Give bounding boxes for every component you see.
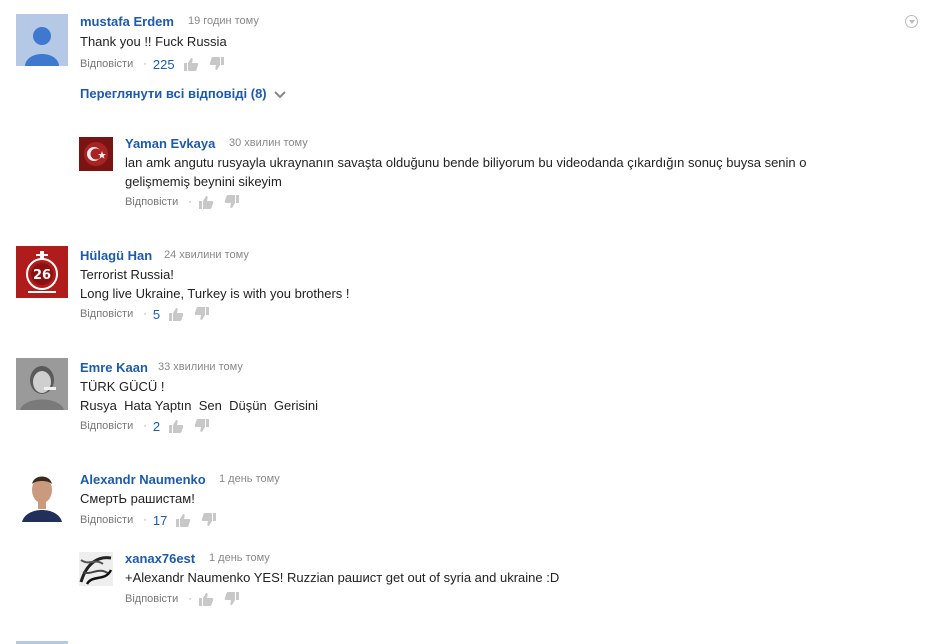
separator-dot: · — [143, 420, 147, 432]
comment-author[interactable]: Alexandr Naumenko — [80, 472, 206, 487]
thumbs-up-icon[interactable] — [175, 513, 191, 527]
comment-timestamp[interactable]: 19 годин тому — [188, 15, 259, 27]
comment-author[interactable]: mustafa Erdem — [80, 14, 174, 29]
like-count: 225 — [152, 56, 175, 72]
separator-dot: · — [143, 58, 147, 70]
reply-button[interactable]: Відповісти — [80, 420, 133, 432]
like-count: 5 — [152, 306, 161, 322]
comment-text: lan amk angutu rusyayla ukraynanın savaş… — [125, 153, 807, 191]
comment-text: СмертЬ рашистам! — [80, 489, 195, 508]
comment-timestamp[interactable]: 1 день тому — [209, 552, 270, 564]
comment-actions: Відповісти · — [125, 590, 250, 608]
comment-text: TÜRK GÜCÜ ! Rusya Hata Yaptın Sen Düşün … — [80, 377, 318, 415]
comment-author[interactable]: Hülagü Han — [80, 248, 152, 263]
comment-menu-button[interactable] — [905, 15, 918, 28]
comment-text: Terrorist Russia! Long live Ukraine, Tur… — [80, 265, 350, 303]
avatar[interactable] — [16, 358, 68, 410]
comment-line: Thank you !! Fuck Russia — [80, 34, 227, 49]
thumbs-up-icon[interactable] — [168, 419, 184, 433]
comment-text: +Alexandr Naumenko YES! Ruzzian рашист g… — [125, 568, 559, 587]
thumbs-down-icon[interactable] — [194, 307, 210, 321]
like-count: 2 — [152, 418, 161, 434]
thumbs-down-icon[interactable] — [224, 195, 240, 209]
comment-timestamp[interactable]: 33 хвилини тому — [158, 361, 243, 373]
reply-button[interactable]: Відповісти — [80, 308, 133, 320]
view-replies-label: Переглянути всі відповіді (8) — [80, 86, 267, 101]
separator-dot: · — [188, 593, 192, 605]
comment-line: TÜRK GÜCÜ ! — [80, 379, 165, 394]
comment-timestamp[interactable]: 1 день тому — [219, 473, 280, 485]
reply-button[interactable]: Відповісти — [80, 58, 133, 70]
comment-author[interactable]: Emre Kaan — [80, 360, 148, 375]
comment-line: Long live Ukraine, Turkey is with you br… — [80, 286, 350, 301]
comment-line: gelişmemiş beynini sikeyim — [125, 174, 282, 189]
thumbs-down-icon[interactable] — [201, 513, 217, 527]
avatar[interactable] — [79, 552, 113, 586]
reply-button[interactable]: Відповісти — [80, 514, 133, 526]
comment-actions: Відповісти · 2 — [80, 417, 220, 435]
thumbs-down-icon[interactable] — [224, 592, 240, 606]
thumbs-down-icon[interactable] — [209, 57, 225, 71]
comment-author[interactable]: Yaman Evkaya — [125, 136, 215, 151]
comment-line: Rusya Hata Yaptın Sen Düşün Gerisini — [80, 398, 318, 413]
comment-timestamp[interactable]: 24 хвилини тому — [164, 249, 249, 261]
view-all-replies-link[interactable]: Переглянути всі відповіді (8) — [80, 86, 286, 101]
reply-button[interactable]: Відповісти — [125, 196, 178, 208]
comment-timestamp[interactable]: 30 хвилин тому — [229, 137, 308, 149]
like-count: 17 — [152, 512, 168, 528]
thumbs-up-icon[interactable] — [198, 195, 214, 209]
avatar[interactable] — [16, 14, 68, 66]
thumbs-up-icon[interactable] — [183, 57, 199, 71]
separator-dot: · — [143, 308, 147, 320]
comment-actions: Відповісти · 17 — [80, 511, 227, 529]
comment-line: Terrorist Russia! — [80, 267, 174, 282]
separator-dot: · — [143, 514, 147, 526]
comment-actions: Відповісти · 225 — [80, 55, 235, 73]
comment-line: lan amk angutu rusyayla ukraynanın savaş… — [125, 155, 807, 170]
comment-line: СмертЬ рашистам! — [80, 491, 195, 506]
avatar[interactable] — [16, 470, 68, 522]
comment-actions: Відповісти · 5 — [80, 305, 220, 323]
thumbs-up-icon[interactable] — [168, 307, 184, 321]
comment-actions: Відповісти · — [125, 193, 250, 211]
thumbs-up-icon[interactable] — [198, 592, 214, 606]
comment-line: +Alexandr Naumenko YES! Ruzzian рашист g… — [125, 570, 560, 585]
reply-button[interactable]: Відповісти — [125, 593, 178, 605]
comment-author[interactable]: xanax76est — [125, 551, 195, 566]
avatar[interactable] — [79, 137, 113, 171]
thumbs-down-icon[interactable] — [194, 419, 210, 433]
comment-text: Thank you !! Fuck Russia — [80, 32, 227, 51]
separator-dot: · — [188, 196, 192, 208]
chevron-down-icon — [274, 90, 286, 98]
svg-text:26: 26 — [33, 268, 51, 283]
avatar[interactable]: 26 — [16, 246, 68, 298]
